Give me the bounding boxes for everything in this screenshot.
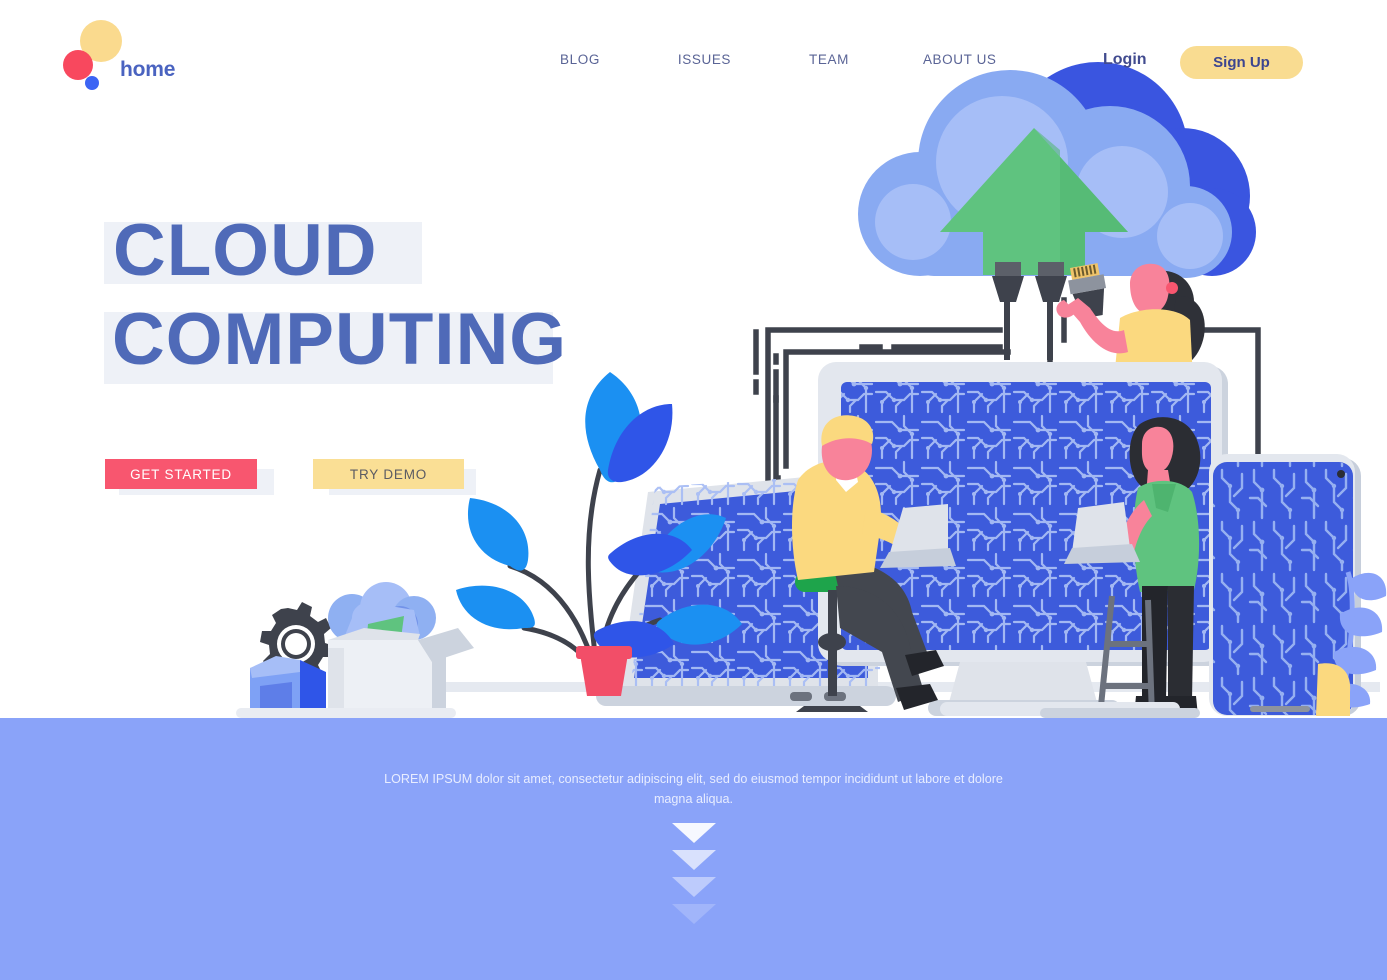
footer-panel: LOREM IPSUM dolor sit amet, consectetur …	[0, 718, 1387, 980]
footer-paragraph: LOREM IPSUM dolor sit amet, consectetur …	[384, 772, 1003, 806]
nav-item-team[interactable]: TEAM	[809, 52, 849, 67]
signup-button[interactable]: Sign Up	[1180, 46, 1303, 79]
headline-line-1: CLOUD	[113, 210, 378, 291]
white-box	[328, 628, 474, 710]
ethernet-plugs	[992, 262, 1107, 360]
try-demo-button[interactable]: TRY DEMO	[313, 459, 464, 489]
nav-item-blog[interactable]: BLOG	[560, 52, 600, 67]
login-link[interactable]: Login	[1103, 51, 1147, 69]
brand-logo[interactable]: home	[58, 18, 258, 98]
chevron-down-icon-4	[671, 904, 716, 924]
headline-line-2: COMPUTING	[112, 299, 568, 380]
landing-page: home BLOG ISSUES TEAM ABOUT US Login Sig…	[0, 0, 1387, 980]
get-started-button[interactable]: GET STARTED	[105, 459, 257, 489]
nav-item-issues[interactable]: ISSUES	[678, 52, 731, 67]
site-header: home BLOG ISSUES TEAM ABOUT US Login Sig…	[0, 0, 1387, 110]
chevron-down-icon-3	[671, 877, 716, 897]
nav-item-about-us[interactable]: ABOUT US	[923, 52, 997, 67]
primary-nav: BLOG ISSUES TEAM ABOUT US	[560, 52, 997, 67]
boxes-and-gear	[250, 582, 474, 710]
brand-name: home	[120, 58, 176, 81]
chevron-down-icon-2	[671, 850, 716, 870]
scroll-down-indicator[interactable]	[671, 823, 716, 931]
chevron-down-icon-1	[671, 823, 716, 843]
logo-blue-dot-icon	[85, 76, 99, 90]
